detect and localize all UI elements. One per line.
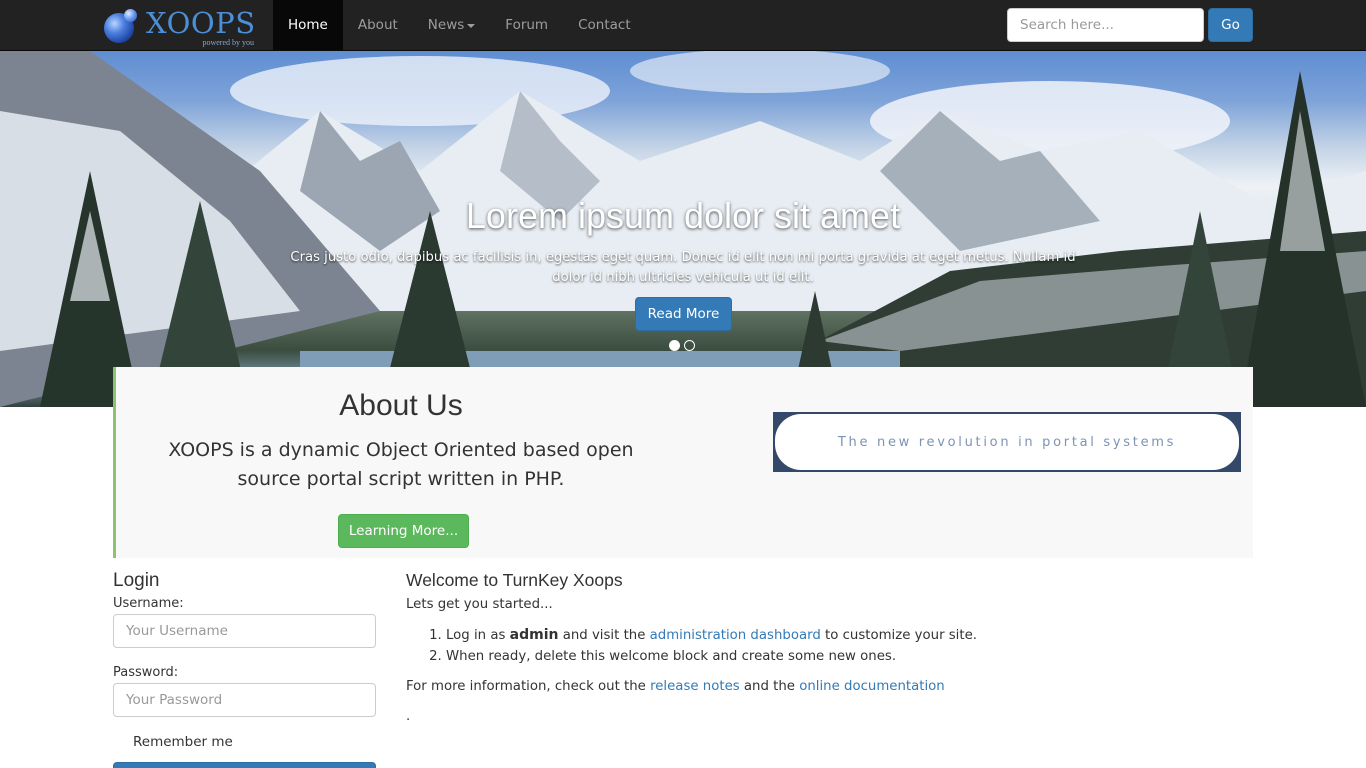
release-notes-link[interactable]: release notes: [650, 679, 740, 694]
main-nav: Home About News Forum Contact: [273, 0, 646, 50]
portal-banner[interactable]: The new revolution in portal systems: [773, 412, 1241, 472]
online-documentation-link[interactable]: online documentation: [799, 679, 945, 694]
hero-description: Cras justo odio, dapibus ac facilisis in…: [290, 250, 1076, 285]
password-label: Password:: [113, 665, 179, 680]
caret-down-icon: [467, 24, 476, 28]
welcome-intro: Lets get you started...: [406, 597, 553, 612]
admin-username: admin: [509, 627, 559, 643]
nav-forum[interactable]: Forum: [490, 0, 563, 50]
banner-text: The new revolution in portal systems: [837, 434, 1177, 450]
globe-logo-icon: [102, 8, 138, 44]
nav-news-dropdown[interactable]: News: [413, 0, 490, 50]
welcome-title: Welcome to TurnKey Xoops: [406, 570, 623, 590]
brand-name: XOOPS: [146, 6, 256, 40]
about-us-section: About Us XOOPS is a dynamic Object Orien…: [113, 367, 1253, 558]
carousel-indicator-2[interactable]: [684, 340, 695, 351]
welcome-block: Welcome to TurnKey Xoops Lets get you st…: [406, 570, 1246, 727]
about-description: XOOPS is a dynamic Object Oriented based…: [168, 439, 634, 490]
list-item: Log in as admin and visit the administra…: [446, 625, 1246, 646]
brand-tagline: powered by you: [202, 38, 254, 47]
more-info-text: For more information, check out the rele…: [406, 679, 945, 694]
list-item: When ready, delete this welcome block an…: [446, 646, 1246, 667]
login-title: Login: [113, 570, 160, 591]
password-field[interactable]: [113, 683, 376, 717]
username-field[interactable]: [113, 614, 376, 648]
carousel-indicators: [669, 340, 695, 351]
learning-more-button[interactable]: Learning More...: [338, 514, 469, 548]
hero-carousel: Lorem ipsum dolor sit amet Cras justo od…: [0, 51, 1366, 407]
username-label: Username:: [113, 596, 184, 611]
remember-me-checkbox[interactable]: Remember me: [133, 734, 233, 750]
search-input[interactable]: [1007, 8, 1204, 42]
admin-dashboard-link[interactable]: administration dashboard: [650, 628, 821, 643]
read-more-button[interactable]: Read More: [635, 297, 732, 331]
xoops-logo[interactable]: XOOPS powered by you: [102, 4, 262, 48]
top-navbar: XOOPS powered by you Home About News For…: [0, 0, 1366, 51]
about-title: About Us: [339, 389, 463, 422]
carousel-indicator-1[interactable]: [669, 340, 680, 351]
nav-about[interactable]: About: [343, 0, 413, 50]
search-go-button[interactable]: Go: [1208, 8, 1253, 42]
nav-home[interactable]: Home: [273, 0, 343, 50]
hero-title: Lorem ipsum dolor sit amet: [465, 195, 901, 236]
trailing-text: .: [406, 709, 411, 724]
nav-contact[interactable]: Contact: [563, 0, 646, 50]
getting-started-list: Log in as admin and visit the administra…: [446, 625, 1246, 667]
login-button[interactable]: [113, 762, 376, 768]
